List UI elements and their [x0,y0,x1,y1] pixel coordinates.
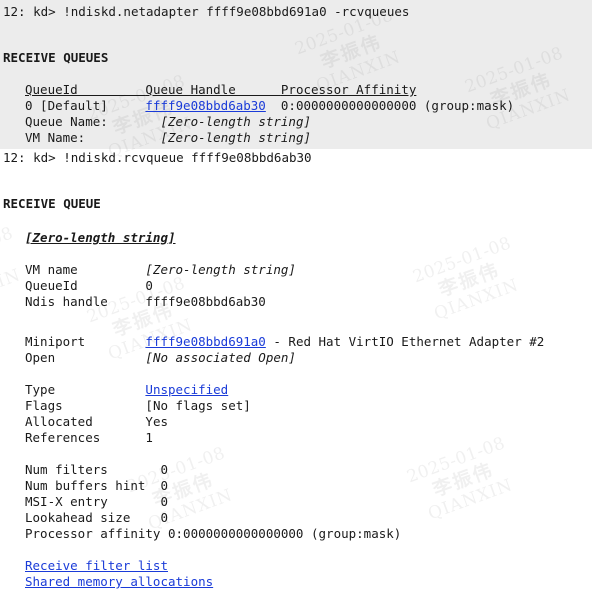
field-row-num-buffers-hint: Num buffers hint 0 [0,478,168,494]
field-value-flags: [No flags set] [145,398,251,413]
link-row-shared-memory-allocations[interactable]: Shared memory allocations [0,574,213,590]
table-row: Queue Name: [Zero-length string] [0,114,311,130]
field-row-queue-id: QueueId 0 [0,278,153,294]
receive-queues-heading: RECEIVE QUEUES [3,50,109,65]
field-label-open: Open [25,350,146,365]
field-label-queue-id: QueueId [25,278,146,293]
table-row: VM Name: [Zero-length string] [0,130,311,146]
field-row-processor-affinity: Processor affinity 0:0000000000000000 (g… [0,526,401,542]
field-label-lookahead-size: Lookahead size [25,510,161,525]
field-value-queue-name: [Zero-length string] [160,114,311,129]
field-row-type: Type Unspecified [0,382,228,398]
prompt-1: 12: kd> [3,4,56,19]
prompt-2: 12: kd> [3,150,56,165]
field-label-msix-entry: MSI-X entry [25,494,161,509]
cell-processor-affinity: 0:0000000000000000 (group:mask) [280,98,515,113]
cell-queue-handle-link[interactable]: ffff9e08bbd6ab30 [145,98,265,114]
field-label-ndis-handle: Ndis handle [25,294,146,309]
field-row-ndis-handle: Ndis handle ffff9e08bbd6ab30 [0,294,266,310]
field-row-num-filters: Num filters 0 [0,462,168,478]
field-value-lookahead-size: 0 [160,510,168,525]
field-value-type-link[interactable]: Unspecified [145,382,228,398]
debugger-console-output[interactable]: 12: kd> !ndiskd.netadapter ffff9e08bbd69… [0,0,592,592]
cell-queue-id: 0 [Default] [25,98,146,113]
field-label-vm-name: VM Name: [25,130,146,145]
field-row-vm-name: VM name [Zero-length string] [0,262,296,278]
link-row-receive-filter-list[interactable]: Receive filter list [0,558,168,574]
field-label-num-buffers-hint: Num buffers hint [25,478,161,493]
field-value-miniport-link[interactable]: ffff9e08bbd691a0 [145,334,265,350]
command-1-text: !ndiskd.netadapter ffff9e08bbd691a0 -rcv… [55,4,410,19]
column-header-queue-handle: Queue Handle [145,82,281,97]
field-label-miniport: Miniport [25,334,146,349]
table-row: 0 [Default] ffff9e08bbd6ab30 0:000000000… [0,98,514,114]
field-row-allocated: Allocated Yes [0,414,168,430]
receive-queue-title: [Zero-length string] [25,230,176,245]
command-2-text: !ndiskd.rcvqueue ffff9e08bbd6ab30 [55,150,312,165]
field-row-open: Open [No associated Open] [0,350,296,366]
receive-queue-heading: RECEIVE QUEUE [3,196,101,211]
field-value-miniport-description: - Red Hat VirtIO Ethernet Adapter #2 [265,334,545,349]
field-row-miniport: Miniport ffff9e08bbd691a0 - Red Hat Virt… [0,334,544,350]
field-row-lookahead-size: Lookahead size 0 [0,510,168,526]
shared-memory-allocations-link[interactable]: Shared memory allocations [25,574,213,590]
field-label-vm-name: VM name [25,262,146,277]
field-row-references: References 1 [0,430,153,446]
command-line-2[interactable]: 12: kd> !ndiskd.rcvqueue ffff9e08bbd6ab3… [0,150,312,166]
field-label-flags: Flags [25,398,146,413]
field-label-queue-name: Queue Name: [25,114,146,129]
field-value-open: [No associated Open] [145,350,296,365]
field-label-type: Type [25,382,146,397]
field-value-num-buffers-hint: 0 [160,478,168,493]
field-value-msix-entry: 0 [160,494,168,509]
receive-queues-table-header: QueueId Queue Handle Processor Affinity [0,82,416,98]
field-label-references: References [25,430,146,445]
field-value-processor-affinity: 0:0000000000000000 (group:mask) [168,526,402,541]
field-value-allocated: Yes [145,414,168,429]
cell-handle-pad [266,98,281,114]
receive-filter-list-link[interactable]: Receive filter list [25,558,168,574]
field-value-num-filters: 0 [160,462,168,477]
field-value-ndis-handle: ffff9e08bbd6ab30 [145,294,266,309]
field-label-num-filters: Num filters [25,462,161,477]
column-header-queue-id: QueueId [25,82,146,97]
column-header-processor-affinity: Processor Affinity [280,82,417,97]
field-row-flags: Flags [No flags set] [0,398,251,414]
command-line-1[interactable]: 12: kd> !ndiskd.netadapter ffff9e08bbd69… [0,4,409,20]
field-value-references: 1 [145,430,153,445]
field-value-queue-id: 0 [145,278,153,293]
field-value-vm-name: [Zero-length string] [145,262,296,277]
field-value-vm-name: [Zero-length string] [160,130,311,145]
field-label-allocated: Allocated [25,414,146,429]
field-row-msix-entry: MSI-X entry 0 [0,494,168,510]
field-label-processor-affinity: Processor affinity [25,526,168,541]
